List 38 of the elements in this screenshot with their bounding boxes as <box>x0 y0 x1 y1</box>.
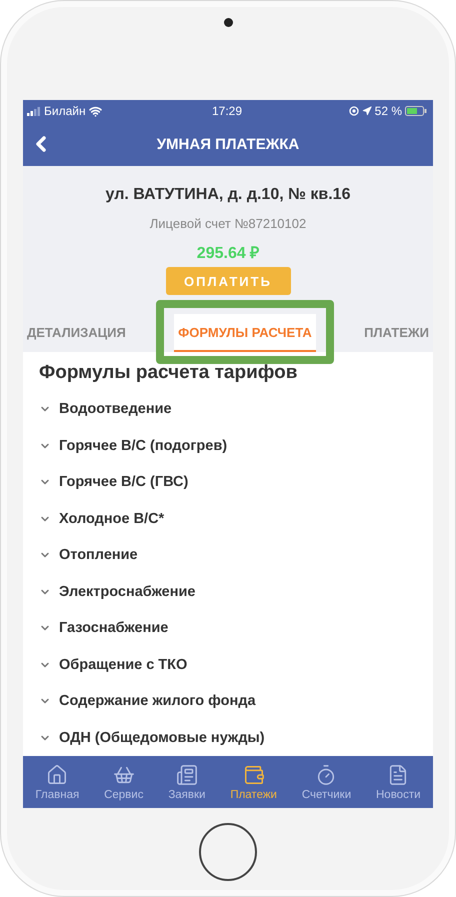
formula-row[interactable]: Горячее В/С (ГВС) <box>39 464 417 500</box>
account-number: Лицевой счет №87210102 <box>150 216 306 231</box>
requests-icon <box>176 764 198 786</box>
formula-row[interactable]: Обращение с ТКО <box>39 646 417 683</box>
formula-row[interactable]: Холодное В/С* <box>39 500 417 537</box>
formula-label: Содержание жилого фонда <box>59 693 256 710</box>
formula-label: Холодное В/С* <box>59 510 164 527</box>
formula-row[interactable]: Газоснабжение <box>39 610 417 646</box>
formula-label: ОДН (Общедомовые нужды) <box>59 730 265 746</box>
formula-label: Горячее В/С (ГВС) <box>59 474 188 490</box>
wifi-icon <box>88 104 102 118</box>
amount-due: 295.64 ₽ <box>196 244 260 263</box>
home-button[interactable] <box>199 823 257 881</box>
formula-label: Электроснабжение <box>59 584 196 600</box>
formula-row[interactable]: ОДН (Общедомовые нужды) <box>39 720 417 756</box>
formula-row[interactable]: Водоотведение <box>39 391 417 428</box>
battery-icon <box>405 106 427 116</box>
wallet-icon <box>242 764 265 786</box>
signal-icon <box>27 106 41 116</box>
formula-label: Горячее В/С (подогрев) <box>59 438 228 454</box>
camera-icon <box>224 18 232 27</box>
location-icon <box>362 106 372 116</box>
section-title: Формулы расчета тарифов <box>39 362 298 384</box>
formula-row[interactable]: Содержание жилого фонда <box>39 683 417 720</box>
formula-row[interactable]: Горячее В/С (подогрев) <box>39 428 417 464</box>
carrier-name: Билайн <box>44 104 86 118</box>
lock-rotation-icon <box>348 106 359 116</box>
clock: 17:29 <box>212 104 242 118</box>
formula-label: Водоотведение <box>59 401 172 418</box>
formula-label: Обращение с ТКО <box>59 656 188 673</box>
formula-label: Газоснабжение <box>59 620 168 636</box>
formula-row[interactable]: Электроснабжение <box>39 574 417 610</box>
formula-row[interactable]: Отопление <box>39 537 417 574</box>
formula-label: Отопление <box>59 547 138 564</box>
address-text: ул. ВАТУТИНА, д. д.10, № кв.16 <box>106 186 350 204</box>
home-icon <box>46 764 68 786</box>
screen-title: УМНАЯ ПЛАТЕЖКА <box>156 136 300 152</box>
battery-percent: 52 % <box>374 104 402 118</box>
